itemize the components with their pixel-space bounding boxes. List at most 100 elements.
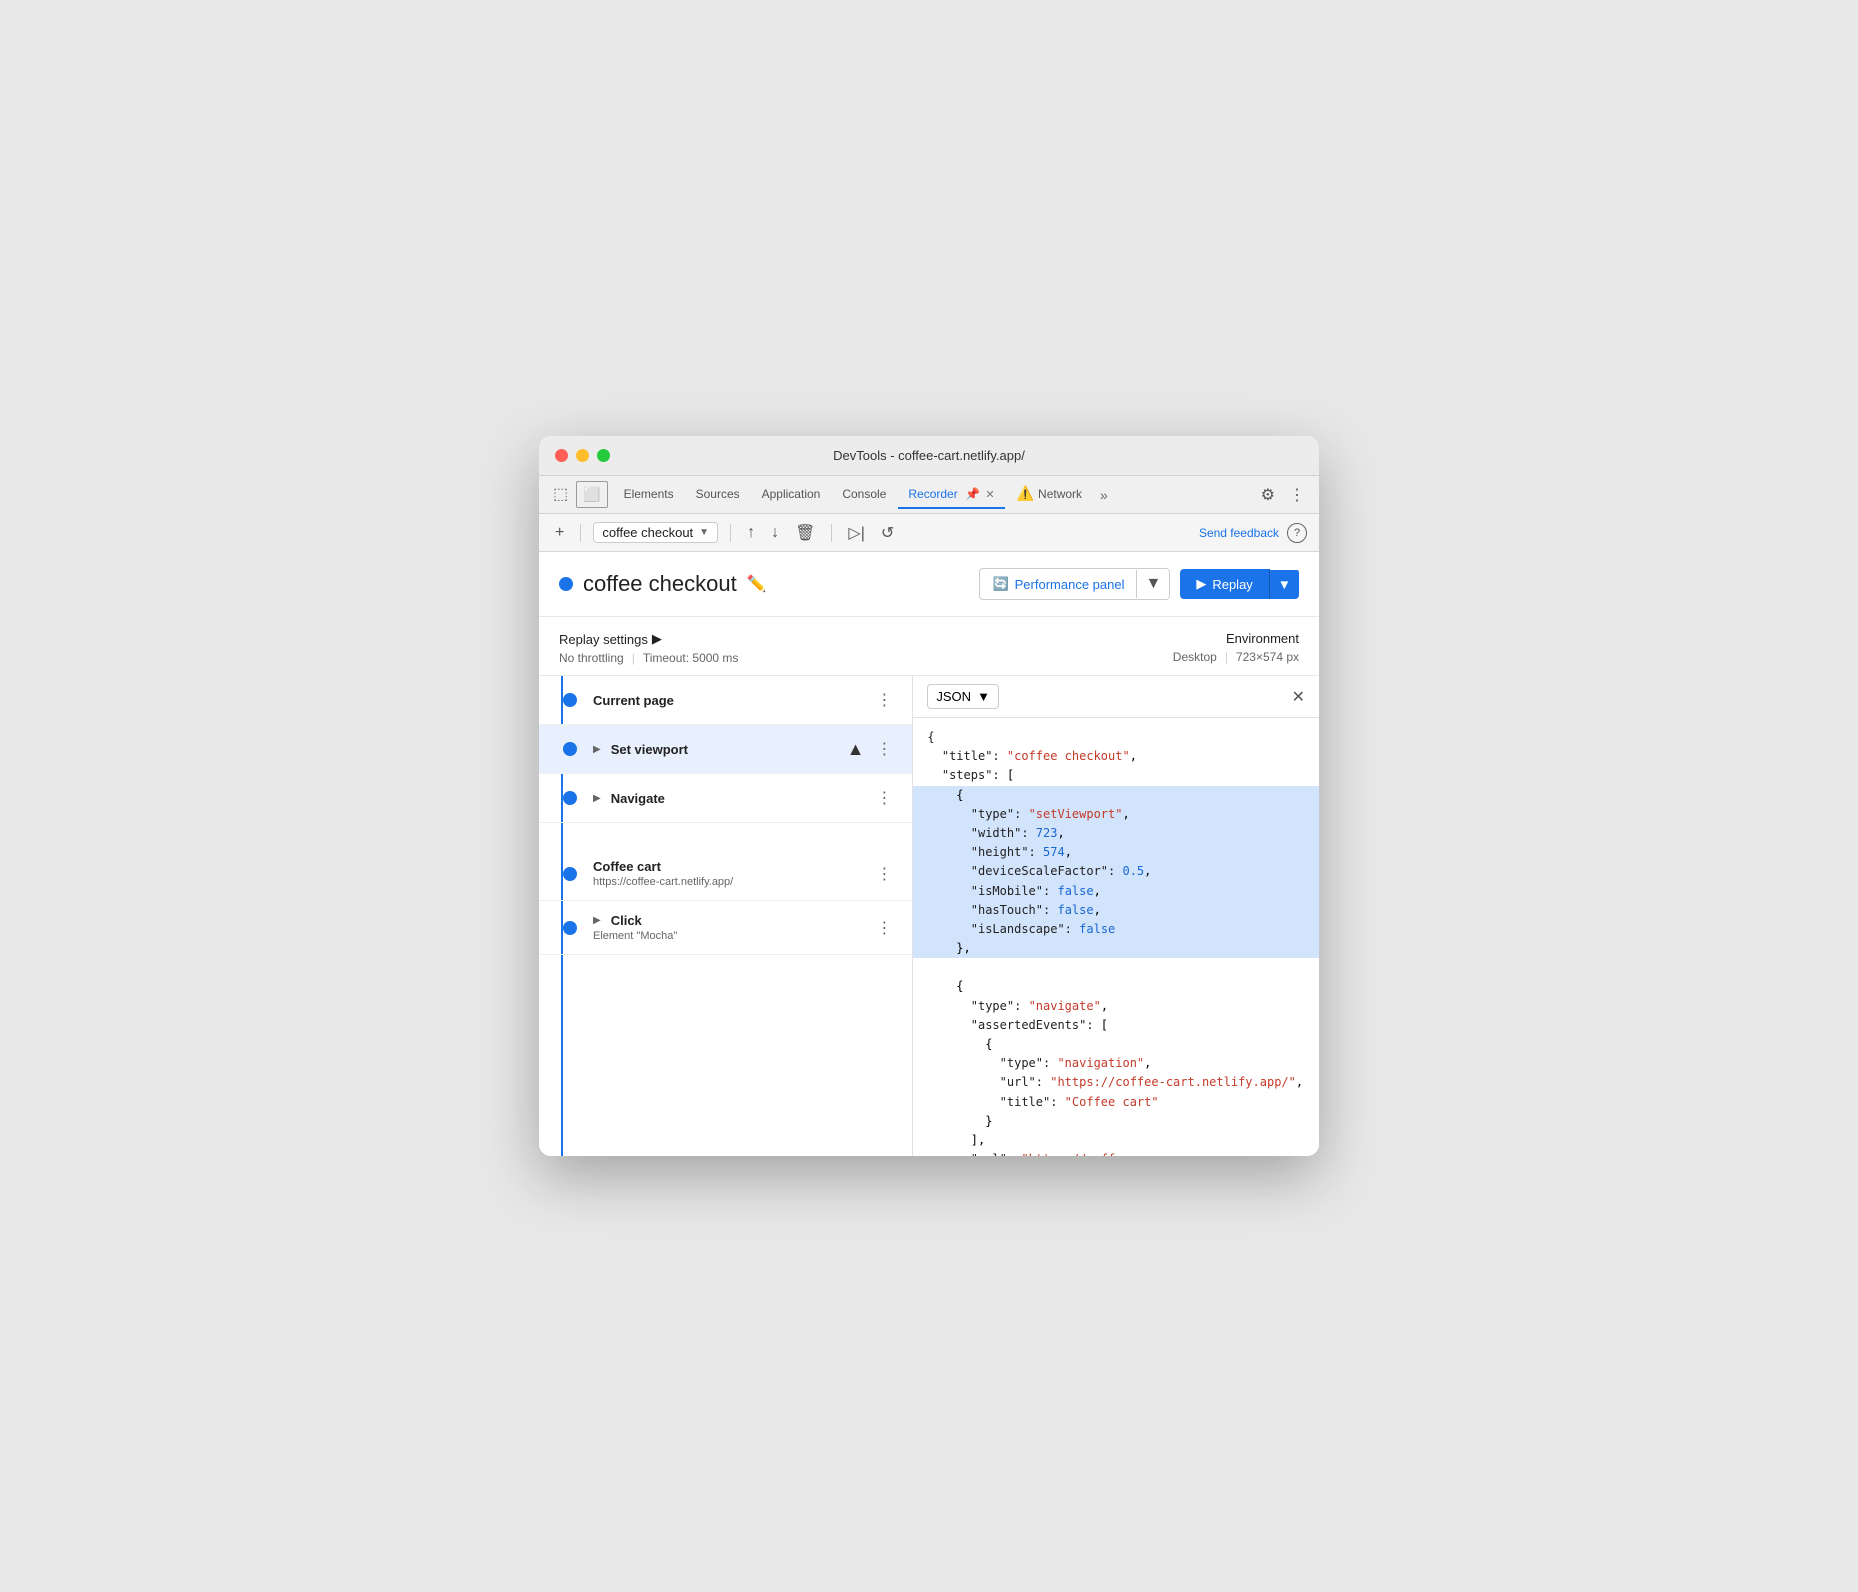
recording-status-dot: [559, 577, 573, 591]
json-panel: JSON ▼ ✕ { "title": "coffee checkout", "…: [913, 676, 1319, 1156]
toolbar-divider-3: [831, 524, 832, 542]
tab-cursor[interactable]: ⬚: [547, 480, 574, 510]
perf-icon: 🔄: [992, 576, 1008, 592]
step-dot-0: [563, 693, 577, 707]
download-button[interactable]: ↓: [767, 522, 783, 544]
tab-network[interactable]: ⚠️ Network: [1007, 479, 1092, 510]
step-expand-1[interactable]: ▶: [593, 744, 601, 755]
json-close-button[interactable]: ✕: [1292, 687, 1305, 707]
step-content-2: ▶ Navigate: [585, 791, 872, 806]
tab-elements[interactable]: Elements: [614, 481, 684, 509]
step-title-4: Click: [611, 913, 642, 928]
env-sub: Desktop | 723×574 px: [1173, 650, 1299, 664]
step-dot-area-1: [555, 742, 585, 756]
json-format-chevron: ▼: [977, 689, 990, 704]
tab-more-icon[interactable]: »: [1094, 483, 1114, 507]
env-title: Environment: [1173, 631, 1299, 646]
step-dot-area-2: [555, 791, 585, 805]
json-format-selector[interactable]: JSON ▼: [927, 684, 999, 709]
recording-header: coffee checkout ✏️ 🔄 Performance panel ▼…: [539, 552, 1319, 617]
step-content-4: ▶ Click Element "Mocha": [585, 913, 872, 942]
network-warning-icon: ⚠️: [1017, 485, 1034, 502]
titlebar: DevTools - coffee-cart.netlify.app/: [539, 436, 1319, 476]
replay-button-group: ▶ Replay ▼: [1180, 569, 1299, 599]
play-icon: ▶: [1196, 576, 1206, 592]
step-current-page[interactable]: Current page ⋮: [539, 676, 912, 725]
replay-settings-title[interactable]: Replay settings ▶: [559, 631, 738, 647]
json-content[interactable]: { "title": "coffee checkout", "steps": […: [913, 718, 1319, 1156]
recorder-pin-icon[interactable]: 📌: [965, 487, 980, 501]
replay-settings: Replay settings ▶ No throttling | Timeou…: [559, 631, 738, 665]
recording-title-area: coffee checkout ✏️: [559, 571, 767, 597]
step-menu-1[interactable]: ⋮: [872, 737, 896, 761]
settings-sub: No throttling | Timeout: 5000 ms: [559, 651, 738, 665]
chevron-down-icon: ▼: [699, 527, 709, 538]
tab-sources[interactable]: Sources: [686, 481, 750, 509]
recorder-close-icon[interactable]: ✕: [985, 489, 994, 501]
settings-icon[interactable]: ⚙: [1255, 481, 1281, 509]
step-forward-button[interactable]: ▷|: [844, 521, 868, 545]
add-recording-button[interactable]: +: [551, 522, 568, 544]
devtools-window: DevTools - coffee-cart.netlify.app/ ⬚ ⬜ …: [539, 436, 1319, 1156]
minimize-button[interactable]: [576, 449, 589, 462]
step-expand-4[interactable]: ▶: [593, 915, 601, 926]
recording-title: coffee checkout: [583, 571, 737, 597]
steps-area: Current page ⋮ ▶ Set viewport: [539, 676, 1319, 1156]
performance-panel-button[interactable]: 🔄 Performance panel ▼: [979, 568, 1170, 600]
step-expand-2[interactable]: ▶: [593, 793, 601, 804]
step-set-viewport[interactable]: ▶ Set viewport ▲ ⋮: [539, 725, 912, 774]
toolbar-divider-2: [730, 524, 731, 542]
step-dot-area-3: [555, 867, 585, 881]
toolbar-divider-1: [580, 524, 581, 542]
step-content-3: Coffee cart https://coffee-cart.netlify.…: [585, 859, 872, 888]
window-title: DevTools - coffee-cart.netlify.app/: [833, 448, 1025, 463]
more-icon[interactable]: ⋮: [1283, 481, 1311, 509]
tab-application[interactable]: Application: [752, 481, 831, 509]
toolbar-right: Send feedback ?: [1199, 523, 1307, 543]
step-title-3: Coffee cart: [593, 859, 872, 874]
step-menu-2[interactable]: ⋮: [872, 786, 896, 810]
step-dot-2: [563, 791, 577, 805]
recording-selector[interactable]: coffee checkout ▼: [593, 522, 718, 543]
step-menu-0[interactable]: ⋮: [872, 688, 896, 712]
devtools-tabs: ⬚ ⬜ Elements Sources Application Console…: [539, 476, 1319, 514]
replay-loop-button[interactable]: ↺: [877, 521, 898, 545]
send-feedback-button[interactable]: Send feedback: [1199, 526, 1279, 540]
json-format-label: JSON: [936, 689, 971, 704]
settings-section: Replay settings ▶ No throttling | Timeou…: [539, 617, 1319, 676]
upload-button[interactable]: ↑: [743, 522, 759, 544]
step-menu-3[interactable]: ⋮: [872, 862, 896, 886]
recording-name-text: coffee checkout: [602, 525, 693, 540]
step-content-1: ▶ Set viewport: [585, 742, 847, 757]
step-title-0: Current page: [593, 693, 872, 708]
step-title-1: Set viewport: [611, 742, 688, 757]
replay-dropdown-button[interactable]: ▼: [1270, 570, 1299, 599]
close-button[interactable]: [555, 449, 568, 462]
tab-recorder[interactable]: Recorder 📌 ✕: [898, 481, 1004, 509]
step-dot-3: [563, 867, 577, 881]
steps-panel: Current page ⋮ ▶ Set viewport: [539, 676, 913, 1156]
environment-section: Environment Desktop | 723×574 px: [1173, 631, 1299, 664]
tab-console[interactable]: Console: [832, 481, 896, 509]
step-dot-area-4: [555, 921, 585, 935]
step-content-0: Current page: [585, 693, 872, 708]
perf-panel-main[interactable]: 🔄 Performance panel: [980, 570, 1137, 598]
maximize-button[interactable]: [597, 449, 610, 462]
step-menu-4[interactable]: ⋮: [872, 916, 896, 940]
step-subtitle-4: Element "Mocha": [593, 930, 872, 942]
step-subtitle-3: https://coffee-cart.netlify.app/: [593, 876, 872, 888]
step-click[interactable]: ▶ Click Element "Mocha" ⋮: [539, 901, 912, 955]
help-button[interactable]: ?: [1287, 523, 1307, 543]
traffic-lights: [555, 449, 610, 462]
delete-button[interactable]: 🗑: [791, 521, 819, 545]
recording-actions: 🔄 Performance panel ▼ ▶ Replay ▼: [979, 568, 1299, 600]
perf-panel-dropdown-icon[interactable]: ▼: [1137, 569, 1169, 599]
step-navigate[interactable]: ▶ Navigate ⋮: [539, 774, 912, 823]
step-dot-1: [563, 742, 577, 756]
step-gap: [539, 823, 912, 847]
tab-inspect[interactable]: ⬜: [576, 481, 607, 508]
step-coffee-cart[interactable]: Coffee cart https://coffee-cart.netlify.…: [539, 847, 912, 901]
edit-title-icon[interactable]: ✏️: [747, 574, 767, 594]
cursor-icon: ▲: [847, 739, 865, 760]
replay-main-button[interactable]: ▶ Replay: [1180, 569, 1269, 599]
